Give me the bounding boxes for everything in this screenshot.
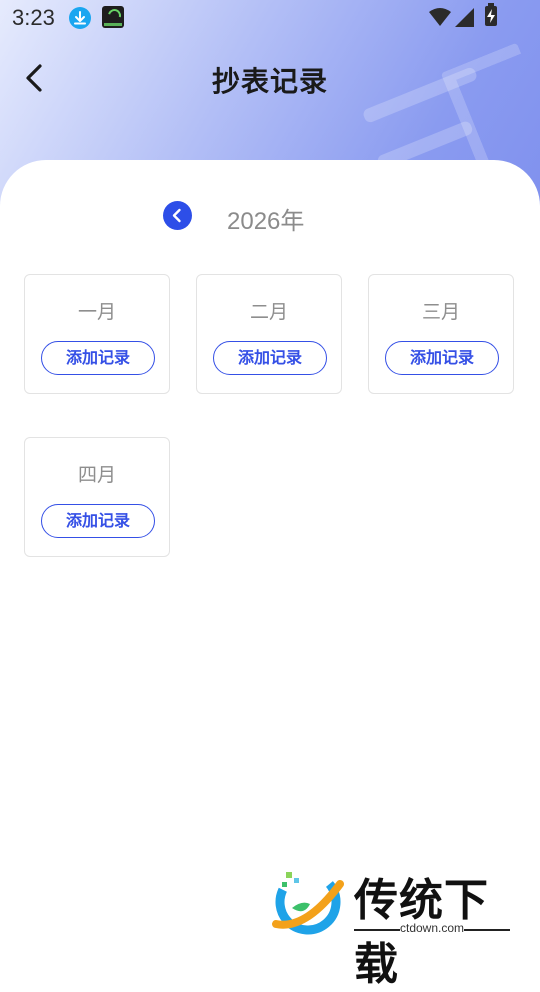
- month-name: 一月: [77, 301, 116, 323]
- year-navigator: 2026年: [0, 196, 540, 236]
- month-card: 一月 添加记录: [24, 274, 170, 394]
- chevron-left-icon: [172, 208, 181, 223]
- add-record-button[interactable]: 添加记录: [385, 341, 499, 375]
- add-record-button[interactable]: 添加记录: [213, 341, 327, 375]
- page-title: 抄表记录: [211, 65, 328, 98]
- app-notification-icon: [102, 6, 124, 28]
- battery-charging-icon: [485, 3, 497, 26]
- download-icon: [69, 7, 91, 29]
- signal-icon: [455, 8, 474, 27]
- previous-year-button[interactable]: [163, 201, 192, 230]
- brand-logo-icon: [272, 869, 344, 935]
- month-card: 二月 添加记录: [196, 274, 342, 394]
- month-name: 三月: [421, 301, 460, 323]
- watermark: 传统下载 ctdown.com: [268, 862, 518, 990]
- month-name: 四月: [77, 464, 116, 486]
- add-record-button[interactable]: 添加记录: [41, 341, 155, 375]
- year-label: 2026年: [227, 208, 305, 235]
- month-name: 二月: [249, 301, 288, 323]
- month-card: 三月 添加记录: [368, 274, 514, 394]
- status-bar: 3:23: [0, 0, 540, 36]
- divider: [354, 929, 400, 931]
- add-record-button[interactable]: 添加记录: [41, 504, 155, 538]
- month-card: 四月 添加记录: [24, 437, 170, 557]
- watermark-url: ctdown.com: [400, 921, 465, 935]
- status-time: 3:23: [12, 5, 55, 30]
- divider: [464, 929, 510, 931]
- wifi-icon: [429, 8, 451, 26]
